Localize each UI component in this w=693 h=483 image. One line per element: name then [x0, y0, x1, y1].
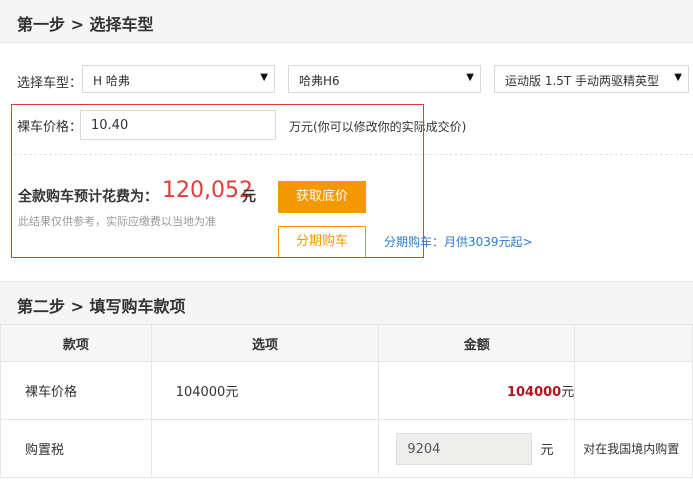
row-item: 裸车价格 — [25, 385, 78, 400]
chevron-down-icon: ▼ — [466, 72, 474, 83]
step1-header: 第一步 > 选择车型 — [0, 0, 693, 43]
header-item: 款项 — [0, 324, 152, 362]
table-header-row: 款项 选项 金额 — [0, 324, 693, 362]
series-select[interactable]: 哈弗H6 ▼ — [288, 65, 481, 93]
step1-title: 第一步 > 选择车型 — [17, 15, 154, 34]
table-row: 购置税 9204 元 对在我国境内购置 — [0, 419, 693, 478]
row-amount-unit: 元 — [540, 443, 554, 458]
header-amount: 金额 — [378, 324, 576, 362]
header-note — [574, 324, 693, 362]
row-option: 104000元 — [175, 385, 239, 400]
row-note — [574, 361, 693, 420]
step2-header: 第二步 > 填写购车款项 — [0, 281, 693, 325]
tax-input[interactable]: 9204 — [396, 432, 533, 465]
chevron-down-icon: ▼ — [674, 72, 682, 83]
chevron-down-icon: ▼ — [260, 72, 268, 83]
step2-title: 第二步 > 填写购车款项 — [17, 297, 186, 316]
series-select-value: 哈弗H6 — [299, 74, 340, 88]
row-amount-unit: 元 — [561, 385, 575, 400]
select-model-label: 选择车型： — [17, 76, 83, 91]
row-note: 对在我国境内购置 — [574, 419, 693, 478]
brand-select[interactable]: H 哈弗 ▼ — [82, 65, 275, 93]
brand-select-value: H 哈弗 — [93, 74, 130, 88]
header-option: 选项 — [150, 324, 380, 362]
row-amount: 104000 — [506, 385, 562, 400]
table-row: 裸车价格 104000元 104000元 — [0, 361, 693, 420]
highlight-box — [11, 104, 424, 258]
model-select-value: 运动版 1.5T 手动两驱精英型 — [505, 74, 660, 88]
row-item: 购置税 — [25, 443, 65, 458]
cost-table: 款项 选项 金额 裸车价格 104000元 104000元 购置税 9204 元… — [0, 324, 693, 478]
model-select[interactable]: 运动版 1.5T 手动两驱精英型 ▼ — [494, 65, 689, 93]
